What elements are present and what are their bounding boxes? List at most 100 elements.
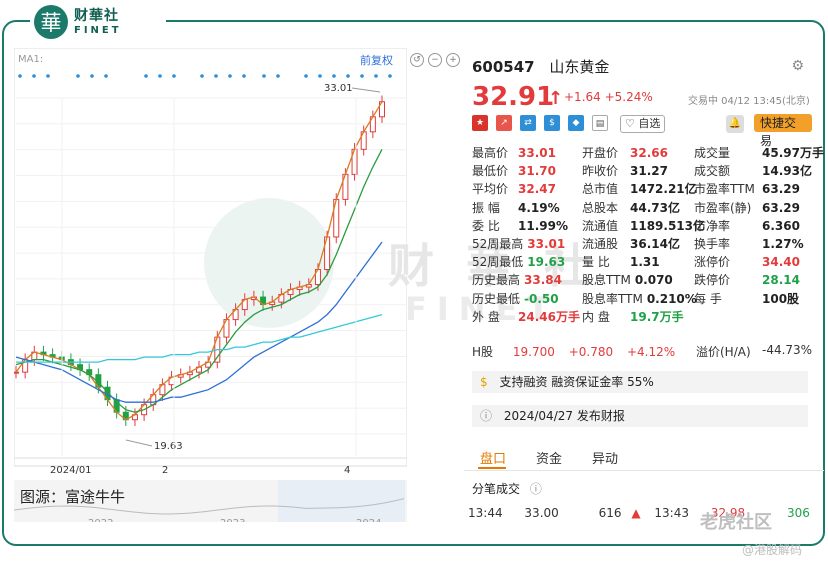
stat-value: 0.070: [634, 273, 673, 288]
signal-dot: [18, 74, 22, 78]
stat-value: 19.63: [527, 255, 566, 270]
signal-dot: [332, 74, 336, 78]
stat-label: 总股本: [582, 200, 619, 215]
signal-dot: [104, 74, 108, 78]
zoom-in-icon[interactable]: +: [446, 53, 460, 67]
signal-dot: [360, 74, 364, 78]
reset-icon[interactable]: ↺: [410, 53, 424, 67]
trend-icon[interactable]: ↗: [496, 115, 512, 131]
stat-label: 历史最低: [472, 291, 521, 306]
signal-dot: [76, 74, 80, 78]
coin-icon: $: [480, 375, 488, 389]
stat-label: 每 手: [694, 291, 722, 306]
document-icon[interactable]: ▤: [592, 115, 608, 131]
stat-value: 31.27: [630, 164, 668, 179]
stock-header: 600547 山东黄金: [472, 56, 609, 77]
stat-item: 最低价 31.70: [472, 162, 556, 179]
price-chart-svg: 33.0532.0230.9929.9528.9227.8926.8625.82…: [14, 48, 407, 522]
signal-dot: [144, 74, 148, 78]
kline-chart[interactable]: 33.0532.0230.9929.9528.9227.8926.8625.82…: [14, 48, 460, 522]
shuffle-icon[interactable]: ⇄: [520, 115, 536, 131]
info-icon[interactable]: ⓘ: [530, 482, 542, 496]
signal-dot: [388, 74, 392, 78]
china-flag-icon: ★: [472, 115, 488, 131]
dollar-icon[interactable]: $: [544, 115, 560, 131]
signal-dot: [214, 74, 218, 78]
stat-value: 11.99%: [518, 218, 568, 233]
logo-mark: 華: [34, 5, 68, 39]
stat-label: 振 幅: [472, 200, 500, 215]
detail-tabs: 盘口 资金 异动: [464, 444, 824, 471]
stock-code: 600547: [472, 58, 535, 76]
stat-label: 外 盘: [472, 309, 500, 324]
kline-panel: 33.0532.0230.9929.9528.9227.8926.8625.82…: [14, 48, 460, 522]
stat-label: 股息率TTM: [582, 291, 643, 306]
trade-time: 交易中 04/12 13:45(北京): [688, 96, 810, 107]
stat-item: 历史最高 33.84: [472, 271, 562, 288]
tab-capital[interactable]: 资金: [536, 448, 562, 467]
signal-dot: [346, 74, 350, 78]
date-tick-label: 4: [344, 465, 350, 476]
stat-value: 1.31: [630, 255, 660, 270]
margin-info: $ 支持融资 融资保证金率 55%: [472, 371, 808, 393]
price-change: +1.64 +5.24%: [564, 90, 653, 104]
info-icon: ⓘ: [480, 409, 493, 423]
signal-dot: [228, 74, 232, 78]
stat-value: 24.46万手: [518, 309, 580, 324]
add-watchlist-button[interactable]: ♡ 自选: [620, 115, 666, 133]
stat-item: 流通值 1189.513亿: [582, 217, 705, 234]
bell-icon[interactable]: 🔔: [726, 115, 744, 133]
high-leader: [351, 87, 381, 93]
stat-label: 量 比: [582, 255, 610, 270]
adjust-button[interactable]: 前复权: [360, 52, 393, 68]
up-arrow-icon: ↑: [548, 88, 564, 109]
stat-value: 6.360: [762, 218, 800, 233]
tag-icon[interactable]: ◆: [568, 115, 584, 131]
stat-item: 市净率 6.360: [694, 217, 800, 234]
stat-value: 33.01: [527, 237, 566, 251]
quick-trade-button[interactable]: 快捷交易: [754, 114, 812, 148]
signal-dot: [90, 74, 94, 78]
navigator-tick-label: 2023: [220, 518, 245, 522]
tab-anomaly[interactable]: 异动: [592, 448, 618, 467]
stat-label: 最高价: [472, 146, 509, 160]
stat-item: 振 幅 4.19%: [472, 199, 560, 216]
tab-orderbook[interactable]: 盘口: [480, 448, 506, 467]
logo-text: 财華社 FINET: [74, 7, 122, 36]
signal-dot: [32, 74, 36, 78]
stat-label: 开盘价: [582, 146, 619, 160]
stat-value: 33.01: [518, 146, 556, 160]
stat-label: 历史最高: [472, 273, 521, 288]
signal-dot: [318, 74, 322, 78]
stat-value: 0.210%: [646, 291, 697, 306]
stat-item: 总股本 44.73亿: [582, 199, 680, 216]
stat-item: 跌停价 28.14: [694, 271, 800, 288]
stat-item: 股息TTM 0.070: [582, 271, 673, 288]
date-tick-label: 2: [162, 465, 168, 476]
stat-value: 100股: [762, 291, 800, 306]
stat-value: 19.7万手: [630, 309, 684, 324]
stat-value: 34.40: [762, 255, 800, 270]
low-label: 19.63: [154, 441, 183, 452]
stat-label: 内 盘: [582, 309, 610, 324]
stat-value: 1472.21亿: [630, 182, 697, 197]
navigator-tick-label: 2022: [88, 518, 113, 522]
tiger-watermark: 老虎社区: [700, 512, 772, 533]
stat-label: 流通值: [582, 218, 619, 233]
stat-label: 换手率: [694, 237, 731, 251]
signal-dot: [200, 74, 204, 78]
stat-value: 1.27%: [762, 237, 804, 251]
stat-item: 成交量 45.97万手: [694, 144, 824, 161]
signal-dot: [262, 74, 266, 78]
signal-dot: [172, 74, 176, 78]
report-info: ⓘ 2024/04/27 发布财报: [472, 405, 808, 427]
stat-label: 涨停价: [694, 255, 731, 270]
signal-dot: [242, 74, 246, 78]
stat-item: 总市值 1472.21亿: [582, 180, 697, 197]
gear-icon[interactable]: ⚙: [791, 58, 804, 74]
stat-item: 委 比 11.99%: [472, 217, 568, 234]
zoom-out-icon[interactable]: −: [428, 53, 442, 67]
stat-label: 52周最低: [472, 255, 524, 270]
stat-label: 流通股: [582, 237, 619, 251]
stat-item: 市盈率TTM 63.29: [694, 180, 800, 197]
